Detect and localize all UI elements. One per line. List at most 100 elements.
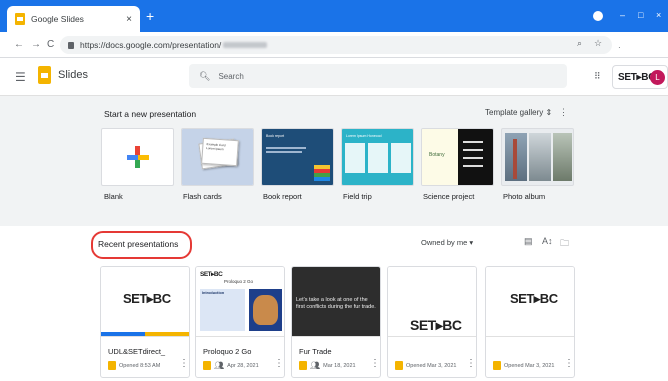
tab-close-button[interactable]: ×	[126, 14, 132, 25]
sort-az-icon[interactable]: A↕	[542, 236, 553, 246]
doc-meta: 👥︎ Mar 18, 2021	[299, 361, 356, 370]
thumb-logo-text: SET▸BC	[510, 291, 558, 306]
recent-doc-card[interactable]: SET▸BC Opened Mar 3, 2021 ⋮	[485, 266, 575, 378]
template-field-trip[interactable]: Lorem Ipsum Honeood	[341, 128, 414, 186]
minimize-button[interactable]: –	[620, 10, 625, 20]
doc-title: Fur Trade	[299, 347, 332, 356]
photo-fog	[529, 133, 551, 181]
reload-button[interactable]: C	[47, 39, 54, 50]
expand-collapse-icon: ⇕	[545, 108, 553, 117]
owl-image	[253, 295, 278, 325]
bookmark-star-icon[interactable]: ☆	[594, 38, 602, 49]
template-flash-cards[interactable]: Example Card Lorem ipsum	[181, 128, 254, 186]
url-field[interactable]: https://docs.google.com/presentation/	[60, 36, 612, 54]
new-tab-button[interactable]: +	[146, 9, 154, 23]
template-photo-album[interactable]	[501, 128, 574, 186]
doc-more-icon[interactable]: ⋮	[564, 358, 574, 369]
thumb-subtitle: Proloquo 2 Go	[224, 279, 254, 284]
doc-thumbnail: SET▸BC	[486, 267, 574, 337]
account-avatar[interactable]: L	[650, 70, 665, 85]
doc-more-icon[interactable]: ⋮	[274, 358, 284, 369]
template-book-report[interactable]: Book report	[261, 128, 334, 186]
slides-file-icon	[108, 361, 116, 370]
template-label-book-report: Book report	[263, 192, 302, 201]
doc-more-icon[interactable]: ⋮	[370, 358, 380, 369]
template-science-project[interactable]: Botany	[421, 128, 494, 186]
doc-more-icon[interactable]: ⋮	[466, 358, 476, 369]
recent-doc-card[interactable]: SET▸BC Proloquo 2 Go Introduction Proloq…	[195, 266, 285, 378]
recent-doc-card[interactable]: SET▸BC UDL&SETdirect_ Opened 8:53 AM ⋮	[100, 266, 190, 378]
slides-file-icon	[493, 361, 501, 370]
tab-title: Google Slides	[31, 14, 84, 24]
browser-tab[interactable]: Google Slides ×	[7, 6, 140, 32]
list-view-icon[interactable]: ▤	[524, 236, 533, 247]
folder-icon[interactable]: 🗀︎	[560, 236, 569, 252]
url-text: https://docs.google.com/presentation/	[80, 40, 222, 50]
slides-favicon-icon	[15, 13, 25, 25]
recent-doc-card[interactable]: SET▸BC Opened Mar 3, 2021 ⋮	[387, 266, 477, 378]
thumb-logo-text: SET▸BC	[200, 271, 223, 278]
photo-forest	[553, 133, 572, 181]
template-blank[interactable]	[101, 128, 174, 186]
browser-profile-icon[interactable]	[593, 11, 603, 21]
doc-more-icon[interactable]: ⋮	[179, 358, 189, 369]
template-label-photo-album: Photo album	[503, 192, 546, 201]
back-button[interactable]: ←	[14, 39, 24, 50]
dropdown-caret-icon: ▾	[469, 238, 474, 247]
search-input[interactable]	[218, 71, 519, 81]
recent-doc-card[interactable]: Let's take a look at one of the first co…	[291, 266, 381, 378]
app-name[interactable]: Slides	[58, 69, 88, 81]
window-close-button[interactable]: ×	[656, 10, 661, 20]
doc-opened: Mar 18, 2021	[323, 362, 356, 369]
template-label-field-trip: Field trip	[343, 192, 372, 201]
template-label-blank: Blank	[104, 192, 123, 201]
highlight-annotation	[91, 231, 192, 259]
maximize-button[interactable]: □	[638, 10, 643, 20]
text-line	[266, 151, 302, 153]
template-gallery-button[interactable]: Template gallery ⇕	[485, 108, 552, 117]
redacted-url-segment	[223, 42, 268, 48]
doc-thumbnail: SET▸BC	[101, 267, 189, 337]
text-line	[463, 157, 483, 159]
forward-button[interactable]: →	[31, 39, 41, 50]
field-trip-card	[345, 143, 365, 173]
zoom-icon[interactable]: ⌕	[577, 38, 582, 49]
doc-opened: Apr 28, 2021	[227, 362, 259, 369]
browser-tab-bar: Google Slides × + – □ ×	[0, 0, 668, 32]
search-bar[interactable]: 🔍︎	[189, 64, 567, 88]
slides-file-icon	[203, 361, 211, 370]
doc-meta: Opened Mar 3, 2021	[493, 361, 554, 370]
lock-icon	[68, 41, 74, 49]
extension-icon[interactable]: ·	[618, 43, 621, 52]
science-thumb-title: Botany	[429, 152, 445, 158]
doc-opened: Opened Mar 3, 2021	[504, 362, 555, 369]
photo-tower	[513, 139, 517, 179]
doc-title: UDL&SETdirect_	[108, 347, 166, 356]
thumb-intro-box: Introduction	[200, 289, 245, 331]
app-header: ☰ Slides 🔍︎ ⠿ SET▸BC L	[0, 58, 668, 96]
flash-card-front: Example Card Lorem ipsum	[201, 137, 239, 167]
book-report-thumb-title: Book report	[266, 134, 285, 138]
start-section-title: Start a new presentation	[104, 109, 197, 119]
owner-filter-label: Owned by me	[421, 238, 468, 247]
template-label-flash-cards: Flash cards	[183, 192, 222, 201]
doc-title: Proloquo 2 Go	[203, 347, 252, 356]
doc-meta: Opened Mar 3, 2021	[395, 361, 456, 370]
slides-logo-icon[interactable]	[38, 66, 51, 84]
doc-thumbnail: SET▸BC Proloquo 2 Go Introduction	[196, 267, 284, 337]
doc-opened: Opened Mar 3, 2021	[406, 362, 457, 369]
google-apps-icon[interactable]: ⠿	[594, 71, 601, 82]
field-trip-card	[391, 143, 411, 173]
owner-filter-dropdown[interactable]: Owned by me ▾	[421, 238, 473, 247]
book-icon	[314, 177, 330, 181]
search-icon[interactable]: 🔍︎	[199, 71, 210, 82]
slides-file-icon	[299, 361, 307, 370]
start-new-section: Start a new presentation Template galler…	[0, 96, 668, 226]
doc-meta: Opened 8:53 AM	[108, 361, 160, 370]
doc-thumbnail: SET▸BC	[388, 267, 476, 337]
text-line	[463, 141, 483, 143]
more-options-icon[interactable]: ⋮	[559, 107, 568, 118]
main-menu-icon[interactable]: ☰	[15, 70, 26, 84]
address-bar-row: ← → C https://docs.google.com/presentati…	[0, 32, 668, 58]
template-label-science-project: Science project	[423, 192, 475, 201]
